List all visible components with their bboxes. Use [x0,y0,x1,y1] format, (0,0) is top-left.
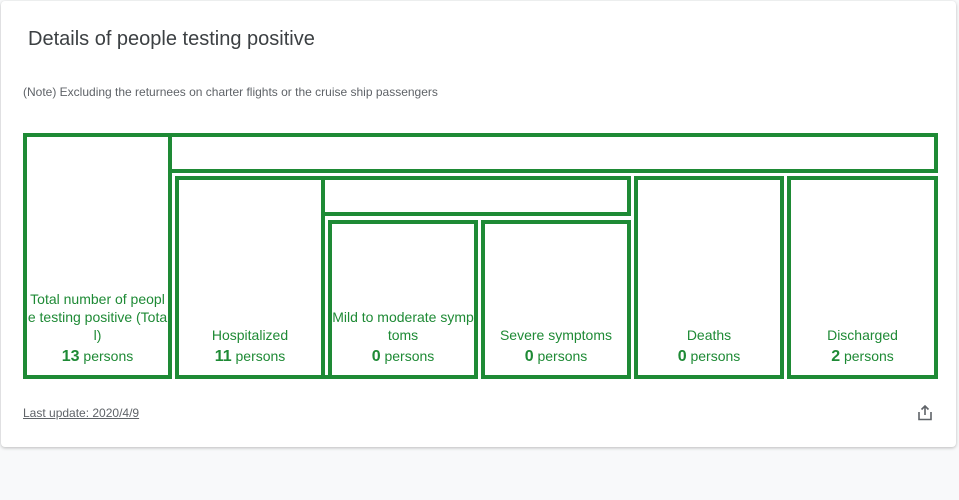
severe-label: Severe symptoms [499,327,613,343]
total-value: 13 persons [62,346,134,367]
deaths-label: Deaths [686,327,732,343]
deaths-box: Deaths 0 persons [634,176,784,379]
positive-details-card: Details of people testing positive (Note… [1,1,956,447]
share-icon[interactable] [916,404,934,422]
hospitalized-group-frame-right [321,212,631,216]
last-update-link[interactable]: Last update: 2020/4/9 [23,406,139,420]
severe-value: 0 persons [525,346,588,367]
hospitalized-value: 11 persons [215,346,286,367]
mild-label: Mild to moderate symptoms [332,309,474,343]
card-title: Details of people testing positive [28,28,315,50]
total-box: Total number of people testing positive … [23,133,172,379]
mild-count: 0 [371,348,381,365]
hospitalized-box: Hospitalized 11 persons [175,176,325,379]
severe-count: 0 [524,348,534,365]
hospitalized-unit: persons [231,348,286,364]
hospitalized-count: 11 [214,348,232,365]
total-label: Total number of people testing positive … [27,291,168,343]
mild-value: 0 persons [372,346,435,367]
severe-unit: persons [533,348,588,364]
discharged-value: 2 persons [831,346,894,367]
deaths-count: 0 [677,348,687,365]
mild-symptoms-box: Mild to moderate symptoms 0 persons [328,220,478,379]
hospitalized-label: Hospitalized [211,327,289,343]
deaths-unit: persons [686,348,741,364]
note-text: (Note) Excluding the returnees on charte… [23,85,438,99]
mild-unit: persons [380,348,435,364]
deaths-value: 0 persons [678,346,741,367]
discharged-count: 2 [831,348,841,365]
discharged-label: Discharged [827,327,898,343]
severe-symptoms-box: Severe symptoms 0 persons [481,220,631,379]
total-count: 13 [61,348,80,365]
discharged-unit: persons [840,348,894,364]
discharged-box: Discharged 2 persons [787,176,938,379]
total-group-frame-right [168,169,938,173]
total-unit: persons [79,348,134,364]
